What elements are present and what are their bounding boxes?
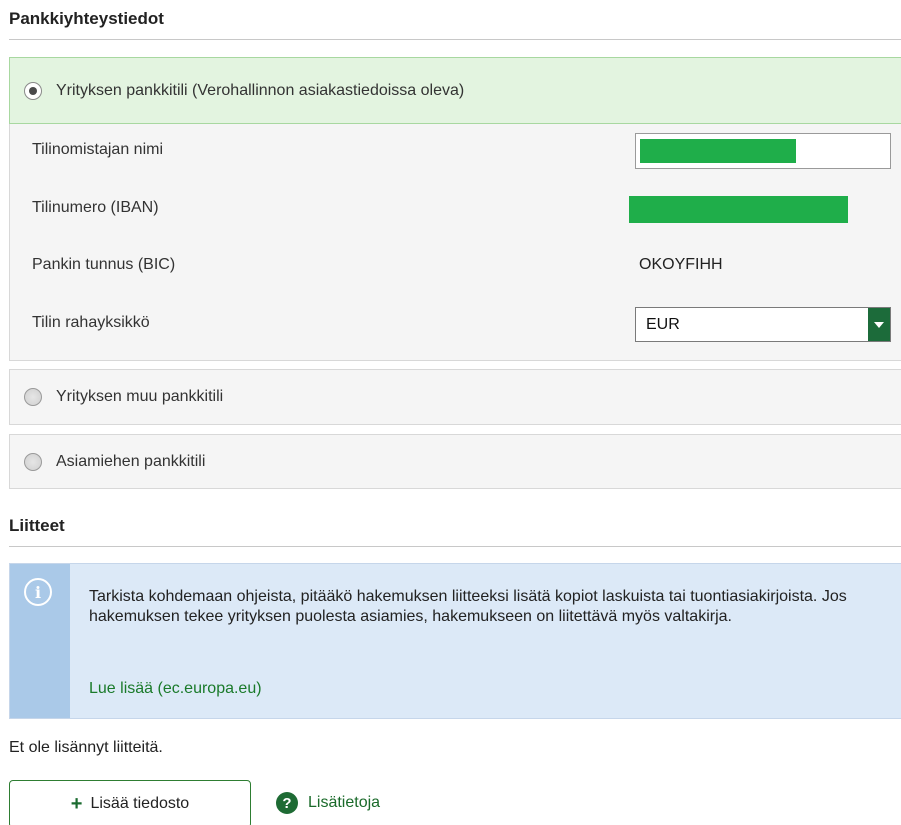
owner-name-label: Tilinomistajan nimi	[32, 141, 163, 158]
radio-label-other-account: Yrityksen muu pankkitili	[56, 388, 224, 405]
account-details-panel: Tilinomistajan nimi Tilinumero (IBAN) Pa…	[9, 124, 901, 361]
read-more-link[interactable]: Lue lisää (ec.europa.eu)	[89, 680, 262, 698]
info-text: Tarkista kohdemaan ohjeista, pitääkö hak…	[89, 588, 847, 625]
currency-selected-value: EUR	[646, 315, 680, 333]
radio-label-agent-account: Asiamiehen pankkitili	[56, 452, 206, 470]
chevron-down-icon[interactable]	[868, 308, 890, 341]
iban-label: Tilinumero (IBAN)	[32, 199, 159, 216]
radio-checked-icon[interactable]	[24, 81, 42, 100]
radio-unchecked-icon[interactable]	[24, 388, 42, 406]
info-icon: i	[24, 578, 52, 606]
help-link[interactable]: ? Lisätietoja	[276, 792, 380, 814]
question-icon: ?	[276, 792, 298, 814]
info-notice: i Tarkista kohdemaan ohjeista, pitääkö h…	[9, 563, 901, 719]
bic-label: Pankin tunnus (BIC)	[32, 256, 176, 273]
currency-select[interactable]: EUR	[635, 307, 891, 342]
radio-option-company-account[interactable]: Yrityksen pankkitili (Verohallinnon asia…	[9, 57, 901, 124]
radio-option-other-account[interactable]: Yrityksen muu pankkitili	[9, 369, 901, 425]
bic-value: OKOYFIHH	[639, 256, 723, 273]
redacted-owner-name	[640, 139, 796, 163]
add-file-label: Lisää tiedosto	[90, 795, 190, 812]
redacted-iban-value	[629, 196, 848, 223]
attachments-section-divider	[9, 546, 901, 547]
owner-name-input[interactable]	[635, 133, 891, 169]
bank-section-title: Pankkiyhteystiedot	[9, 9, 164, 28]
info-strip: i	[10, 564, 70, 718]
currency-label: Tilin rahayksikkö	[32, 314, 150, 331]
help-link-label: Lisätietoja	[308, 794, 381, 811]
bank-section-divider	[9, 39, 901, 40]
radio-unchecked-icon[interactable]	[24, 452, 42, 471]
radio-option-agent-account[interactable]: Asiamiehen pankkitili	[9, 434, 901, 489]
no-attachments-text: Et ole lisännyt liitteitä.	[9, 739, 163, 756]
radio-label-company-account: Yrityksen pankkitili (Verohallinnon asia…	[56, 81, 465, 99]
plus-icon: +	[70, 793, 83, 815]
attachments-section-title: Liitteet	[9, 516, 65, 535]
add-file-button[interactable]: + Lisää tiedosto	[9, 780, 251, 825]
